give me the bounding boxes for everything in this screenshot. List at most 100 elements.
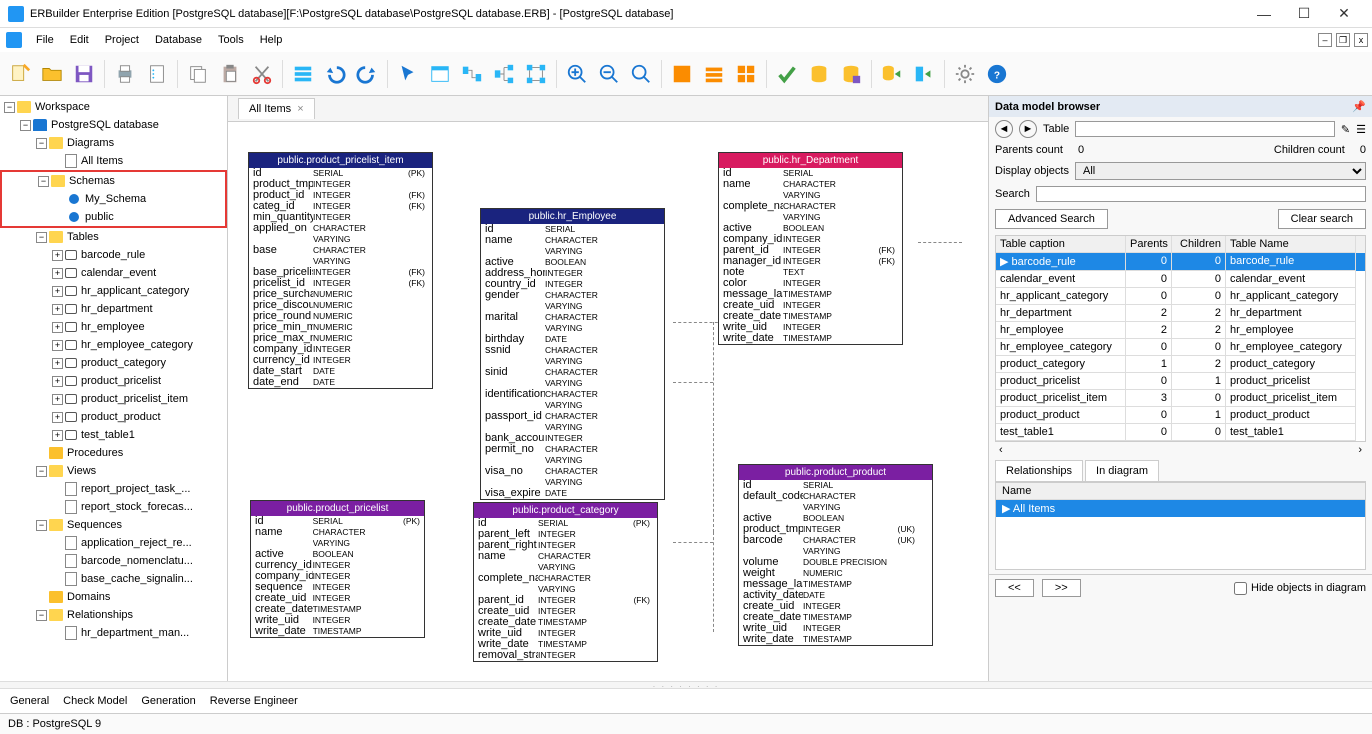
tree-node[interactable]: application_reject_re... — [0, 534, 227, 552]
entity-pc[interactable]: public.product_categoryidSERIAL(PK)paren… — [473, 502, 658, 662]
zoom-out-icon[interactable] — [595, 60, 623, 88]
tab-reverse-engineer[interactable]: Reverse Engineer — [210, 695, 298, 707]
nav-back-icon[interactable]: ◄ — [995, 120, 1013, 138]
menu-tools[interactable]: Tools — [210, 34, 252, 46]
pin-icon[interactable]: 📌 — [1352, 100, 1366, 113]
er-canvas[interactable]: public.product_pricelist_itemidSERIAL(PK… — [228, 122, 988, 681]
new-table-icon[interactable] — [426, 60, 454, 88]
tree-node[interactable]: −Sequences — [0, 516, 227, 534]
nav-next-button[interactable]: >> — [1042, 579, 1081, 597]
open-icon[interactable] — [38, 60, 66, 88]
project-tree[interactable]: −Workspace−PostgreSQL database−DiagramsA… — [0, 96, 228, 681]
tree-node[interactable]: report_project_task_... — [0, 480, 227, 498]
tab-in-diagram[interactable]: In diagram — [1085, 460, 1159, 481]
tree-node[interactable]: +product_pricelist — [0, 372, 227, 390]
nav-prev-button[interactable]: << — [995, 579, 1034, 597]
view-cards-icon[interactable] — [700, 60, 728, 88]
grid-row[interactable]: product_product01product_product — [996, 407, 1365, 424]
sub-minimize-button[interactable]: – — [1318, 33, 1332, 47]
grid-row[interactable]: test_table100test_table1 — [996, 424, 1365, 441]
new-icon[interactable] — [6, 60, 34, 88]
entity-emp[interactable]: public.hr_EmployeeidSERIALnameCHARACTER … — [480, 208, 665, 500]
tab-check-model[interactable]: Check Model — [63, 695, 127, 707]
grid-row[interactable]: hr_applicant_category00hr_applicant_cate… — [996, 288, 1365, 305]
tree-node[interactable]: +hr_applicant_category — [0, 282, 227, 300]
minimize-button[interactable]: — — [1244, 6, 1284, 22]
tree-node[interactable]: report_stock_forecas... — [0, 498, 227, 516]
nav-fwd-icon[interactable]: ► — [1019, 120, 1037, 138]
clear-search-button[interactable]: Clear search — [1278, 209, 1366, 229]
rel-row[interactable]: ▶ All Items — [996, 500, 1365, 517]
tree-node[interactable]: hr_department_man... — [0, 624, 227, 642]
resize-handle[interactable]: · · · · · · · · — [0, 681, 1372, 689]
tree-node[interactable]: −Tables — [0, 228, 227, 246]
sub-restore-button[interactable]: ❐ — [1336, 33, 1350, 47]
relation-11-icon[interactable] — [458, 60, 486, 88]
report-icon[interactable] — [143, 60, 171, 88]
compare-icon[interactable] — [910, 60, 938, 88]
tree-node[interactable]: +product_category — [0, 354, 227, 372]
menu-database[interactable]: Database — [147, 34, 210, 46]
edit-icon[interactable]: ✎ — [1341, 123, 1350, 136]
menu-file[interactable]: File — [28, 34, 62, 46]
table-select[interactable] — [1075, 121, 1335, 137]
view-grid-icon[interactable] — [732, 60, 760, 88]
validate-icon[interactable] — [773, 60, 801, 88]
tab-all-items[interactable]: All Items × — [238, 98, 315, 119]
sub-close-button[interactable]: x — [1354, 33, 1368, 47]
search-input[interactable] — [1036, 186, 1366, 202]
entity-pl[interactable]: public.product_pricelistidSERIAL(PK)name… — [250, 500, 425, 638]
advanced-search-button[interactable]: Advanced Search — [995, 209, 1108, 229]
grid-row[interactable]: hr_department22hr_department — [996, 305, 1365, 322]
tree-node[interactable]: Procedures — [0, 444, 227, 462]
display-objects-select[interactable]: All — [1075, 162, 1366, 180]
tree-node[interactable]: +test_table1 — [0, 426, 227, 444]
entity-dept[interactable]: public.hr_DepartmentidSERIALnameCHARACTE… — [718, 152, 903, 345]
tree-node[interactable]: −Workspace — [0, 98, 227, 116]
menu-help[interactable]: Help — [252, 34, 291, 46]
grid-row[interactable]: product_pricelist_item30product_pricelis… — [996, 390, 1365, 407]
reverse-icon[interactable] — [878, 60, 906, 88]
tree-node[interactable]: −PostgreSQL database — [0, 116, 227, 134]
zoom-fit-icon[interactable] — [627, 60, 655, 88]
relationships-grid[interactable]: Name ▶ All Items — [995, 482, 1366, 570]
grid-row[interactable]: product_category12product_category — [996, 356, 1365, 373]
tree-node[interactable]: base_cache_signalin... — [0, 570, 227, 588]
properties-icon[interactable] — [289, 60, 317, 88]
save-icon[interactable] — [70, 60, 98, 88]
maximize-button[interactable]: ☐ — [1284, 5, 1324, 22]
tree-node[interactable]: +hr_department — [0, 300, 227, 318]
tab-generation[interactable]: Generation — [141, 695, 195, 707]
tree-node[interactable]: Domains — [0, 588, 227, 606]
help-icon[interactable]: ? — [983, 60, 1011, 88]
goto-icon[interactable]: ☰ — [1356, 123, 1366, 136]
close-button[interactable]: ✕ — [1324, 5, 1364, 22]
tree-node[interactable]: −Schemas — [2, 172, 225, 190]
print-icon[interactable] — [111, 60, 139, 88]
close-tab-icon[interactable]: × — [297, 103, 303, 115]
redo-icon[interactable] — [353, 60, 381, 88]
tab-relationships[interactable]: Relationships — [995, 460, 1083, 481]
copy-icon[interactable] — [184, 60, 212, 88]
zoom-in-icon[interactable] — [563, 60, 591, 88]
tree-node[interactable]: +hr_employee — [0, 318, 227, 336]
tables-grid[interactable]: Table captionParentsChildrenTable Name▶ … — [995, 235, 1366, 442]
tab-general[interactable]: General — [10, 695, 49, 707]
view-list-icon[interactable] — [668, 60, 696, 88]
menu-edit[interactable]: Edit — [62, 34, 97, 46]
grid-row[interactable]: ▶ barcode_rule00barcode_rule — [996, 253, 1365, 271]
undo-icon[interactable] — [321, 60, 349, 88]
grid-row[interactable]: hr_employee22hr_employee — [996, 322, 1365, 339]
tree-node[interactable]: barcode_nomenclatu... — [0, 552, 227, 570]
menu-project[interactable]: Project — [97, 34, 147, 46]
tree-node[interactable]: +barcode_rule — [0, 246, 227, 264]
tree-node[interactable]: +hr_employee_category — [0, 336, 227, 354]
cut-icon[interactable] — [248, 60, 276, 88]
tree-node[interactable]: public — [2, 208, 225, 226]
tree-node[interactable]: +product_product — [0, 408, 227, 426]
entity-ppi[interactable]: public.product_pricelist_itemidSERIAL(PK… — [248, 152, 433, 389]
tree-node[interactable]: −Relationships — [0, 606, 227, 624]
grid-row[interactable]: hr_employee_category00hr_employee_catego… — [996, 339, 1365, 356]
hide-objects-checkbox[interactable] — [1234, 582, 1247, 595]
grid-row[interactable]: calendar_event00calendar_event — [996, 271, 1365, 288]
